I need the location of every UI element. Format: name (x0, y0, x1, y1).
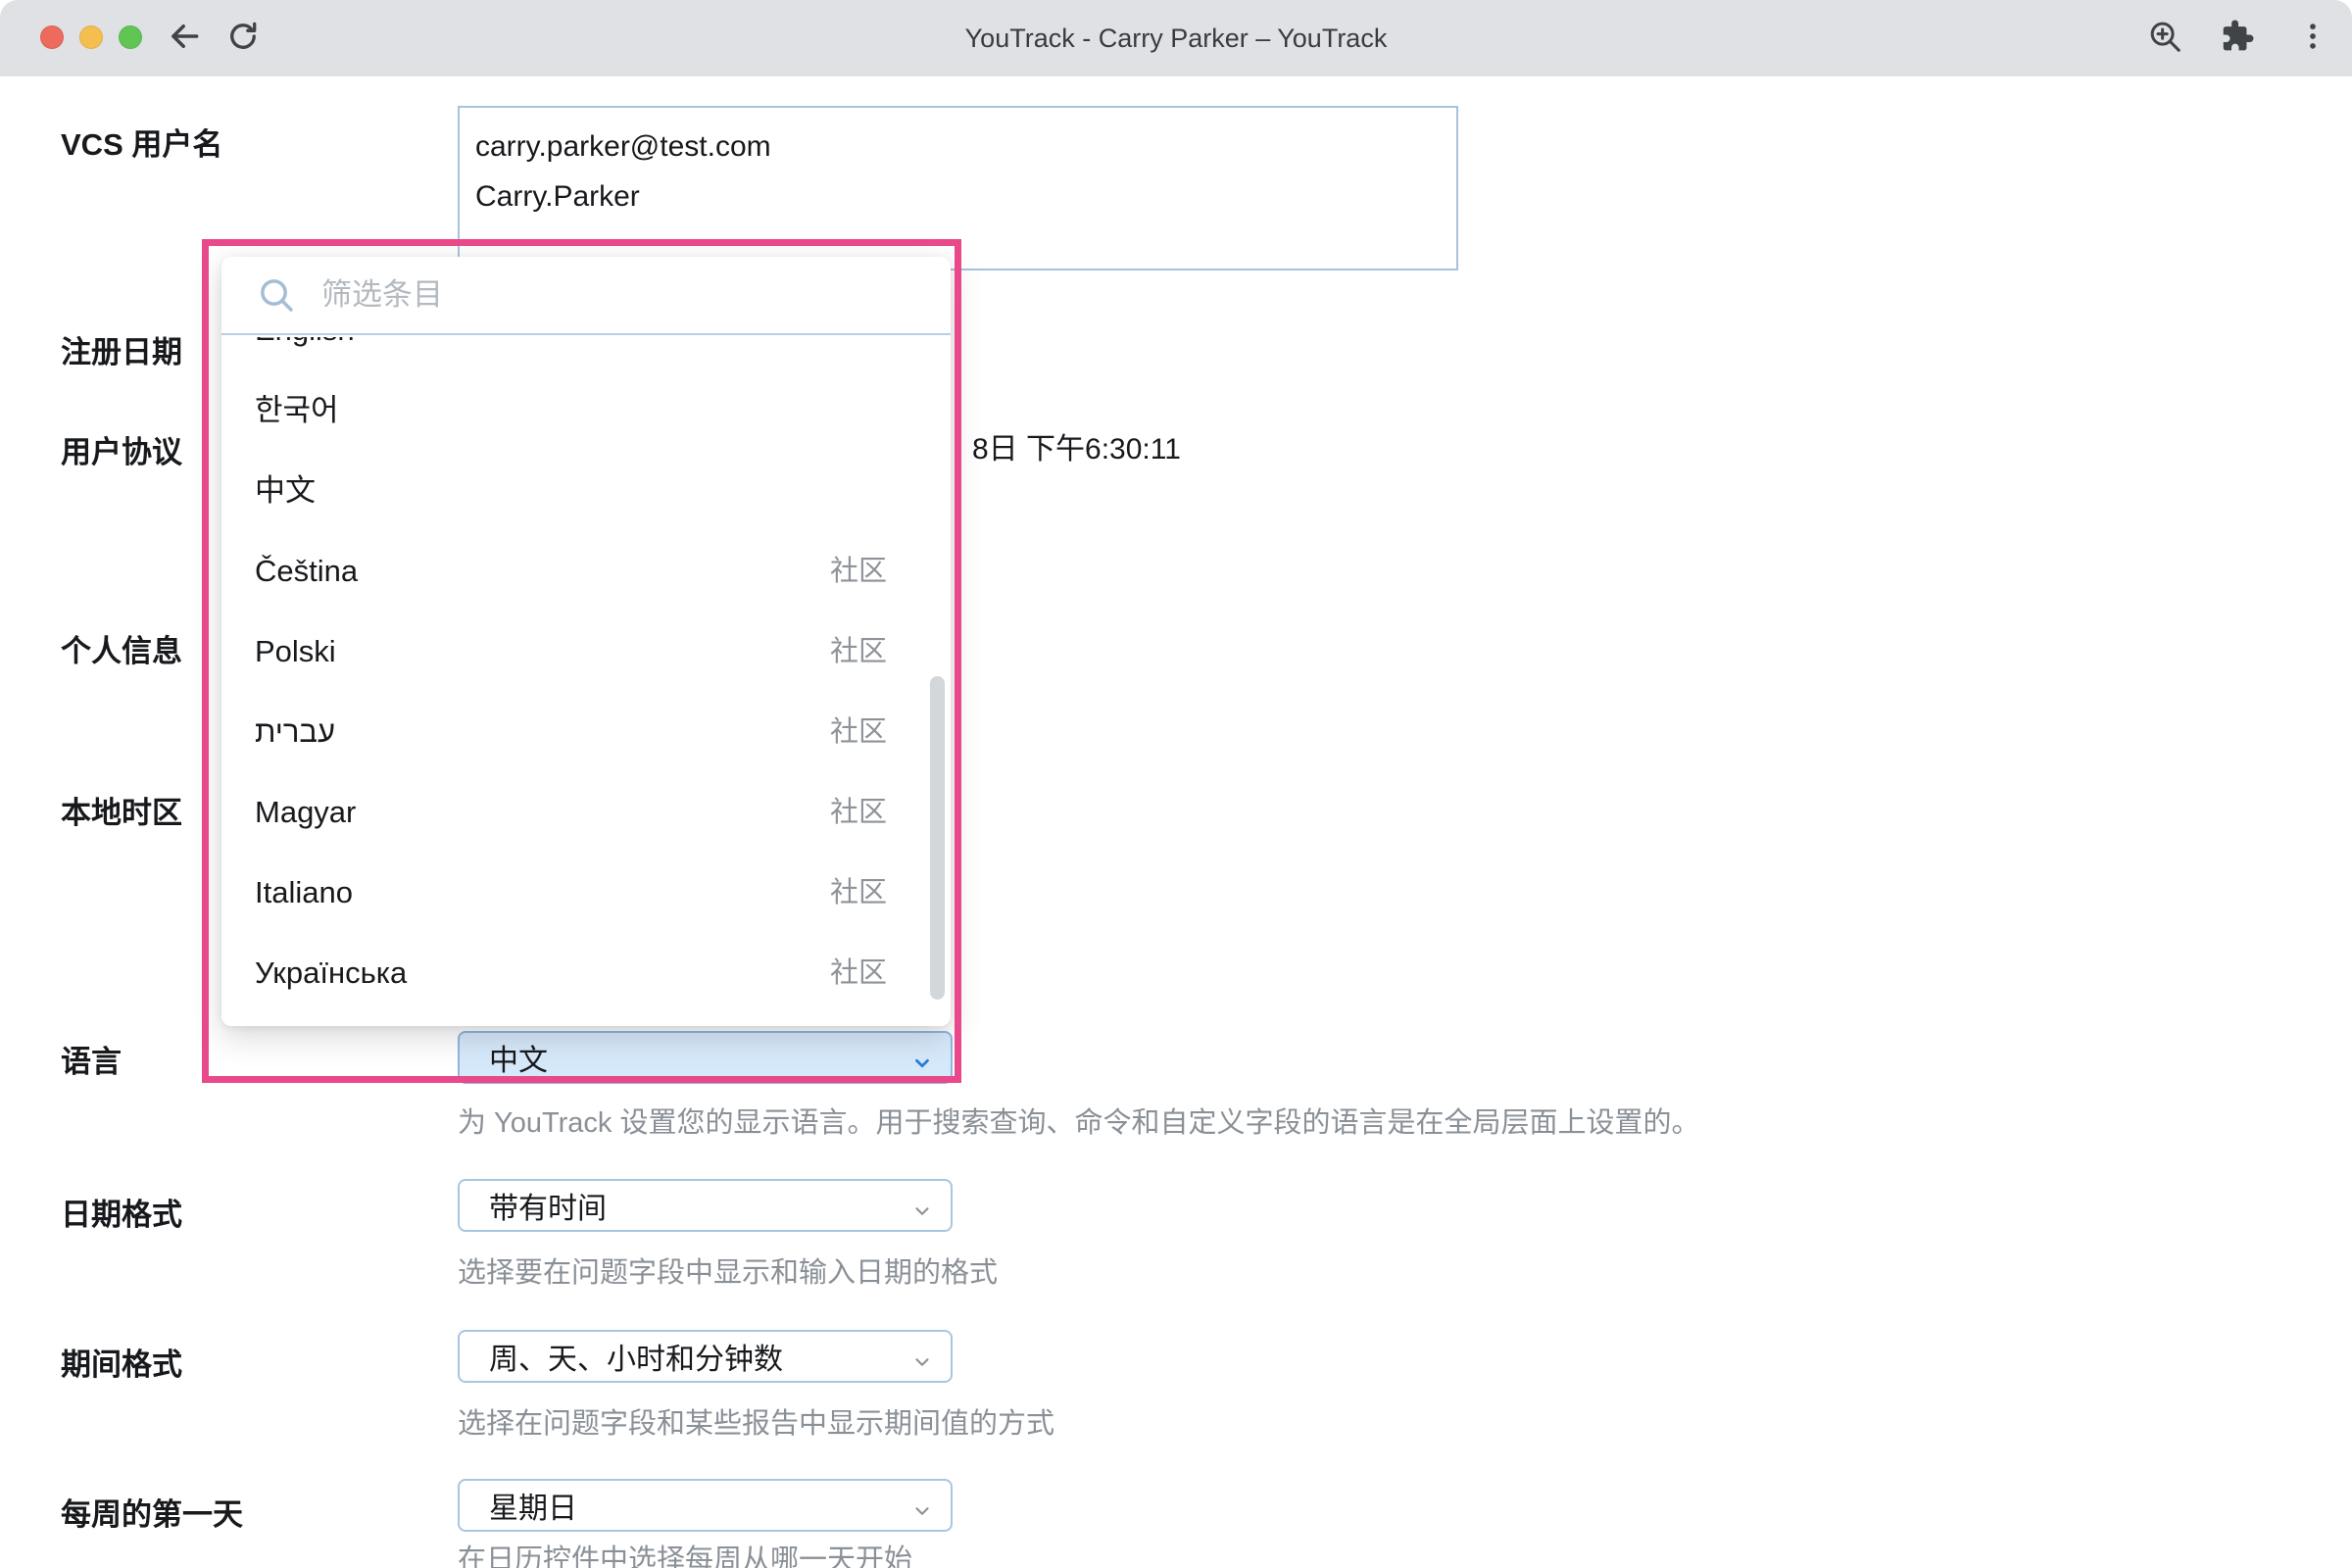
dropdown-scrollbar-thumb[interactable] (930, 676, 945, 1000)
zoom-window-button[interactable] (119, 25, 142, 49)
community-badge: 社区 (830, 933, 887, 1013)
community-badge: 社区 (830, 531, 887, 612)
page-title: YouTrack - Carry Parker – YouTrack (686, 0, 1666, 76)
language-option-czech[interactable]: Čeština 社区 (221, 531, 951, 612)
label-date-format: 日期格式 (61, 1190, 182, 1234)
first-day-help-text: 在日历控件中选择每周从哪一天开始 (458, 1537, 912, 1568)
browser-window: YouTrack - Carry Parker – YouTrack (0, 0, 2352, 1568)
language-option-ukrainian[interactable]: Українська 社区 (221, 933, 951, 1013)
first-day-select[interactable]: 星期日 (458, 1479, 953, 1532)
label-personal-info: 个人信息 (61, 626, 182, 670)
vcs-username-field[interactable]: carry.parker@test.com Carry.Parker (458, 106, 1458, 270)
period-format-help-text: 选择在问题字段和某些报告中显示期间值的方式 (458, 1400, 1054, 1442)
language-option-hungarian[interactable]: Magyar 社区 (221, 772, 951, 853)
chevron-down-icon (911, 1049, 933, 1082)
reload-icon (225, 19, 261, 59)
browser-titlebar: YouTrack - Carry Parker – YouTrack (0, 0, 2352, 76)
period-format-value: 周、天、小时和分钟数 (489, 1335, 783, 1378)
community-badge: 社区 (830, 853, 887, 933)
community-badge: 社区 (830, 772, 887, 853)
language-option-korean[interactable]: 한국어 (221, 370, 951, 451)
community-badge: 社区 (830, 612, 887, 692)
minimize-window-button[interactable] (79, 25, 103, 49)
language-option-list: English 한국어 中文 Čeština 社区 Polski 社区 עברי… (221, 337, 951, 1026)
chevron-down-icon (911, 1197, 933, 1230)
dropdown-filter-row (221, 257, 951, 335)
label-local-timezone: 本地时区 (61, 788, 182, 832)
language-help-text: 为 YouTrack 设置您的显示语言。用于搜索查询、命令和自定义字段的语言是在… (458, 1100, 1699, 1141)
language-select[interactable]: 中文 (458, 1031, 953, 1084)
first-day-value: 星期日 (489, 1484, 577, 1527)
label-vcs-username: VCS 用户名 (61, 120, 222, 164)
reload-button[interactable] (223, 19, 263, 58)
date-format-select[interactable]: 带有时间 (458, 1179, 953, 1232)
close-window-button[interactable] (40, 25, 64, 49)
puzzle-piece-icon (2220, 19, 2255, 59)
label-user-agreement: 用户协议 (61, 427, 182, 471)
language-select-value: 中文 (489, 1036, 548, 1079)
chevron-down-icon (911, 1496, 933, 1530)
language-dropdown-panel: English 한국어 中文 Čeština 社区 Polski 社区 עברי… (221, 257, 951, 1026)
date-format-value: 带有时间 (489, 1184, 607, 1227)
chevron-down-icon (911, 1348, 933, 1381)
extensions-button[interactable] (2218, 19, 2257, 58)
label-language: 语言 (61, 1037, 122, 1081)
language-option-chinese[interactable]: 中文 (221, 451, 951, 531)
browser-menu-button[interactable] (2293, 19, 2332, 58)
period-format-select[interactable]: 周、天、小时和分钟数 (458, 1330, 953, 1383)
back-arrow-icon (166, 18, 203, 60)
language-option-polish[interactable]: Polski 社区 (221, 612, 951, 692)
dropdown-filter-input[interactable] (321, 277, 951, 313)
language-option-hebrew[interactable]: עברית 社区 (221, 692, 951, 772)
zoom-page-button[interactable] (2145, 19, 2184, 58)
magnifier-plus-icon (2146, 18, 2183, 60)
community-badge: 社区 (830, 692, 887, 772)
language-option-english[interactable]: English (221, 337, 951, 370)
date-format-help-text: 选择要在问题字段中显示和输入日期的格式 (458, 1250, 998, 1291)
label-period-format: 期间格式 (61, 1340, 182, 1384)
label-first-day-of-week: 每周的第一天 (61, 1490, 243, 1534)
label-register-date: 注册日期 (61, 327, 182, 371)
user-agreement-datetime: 8日 下午6:30:11 (972, 424, 1181, 467)
language-option-italian[interactable]: Italiano 社区 (221, 853, 951, 933)
search-icon (257, 275, 296, 315)
back-button[interactable] (165, 19, 204, 58)
kebab-menu-icon (2296, 20, 2329, 58)
